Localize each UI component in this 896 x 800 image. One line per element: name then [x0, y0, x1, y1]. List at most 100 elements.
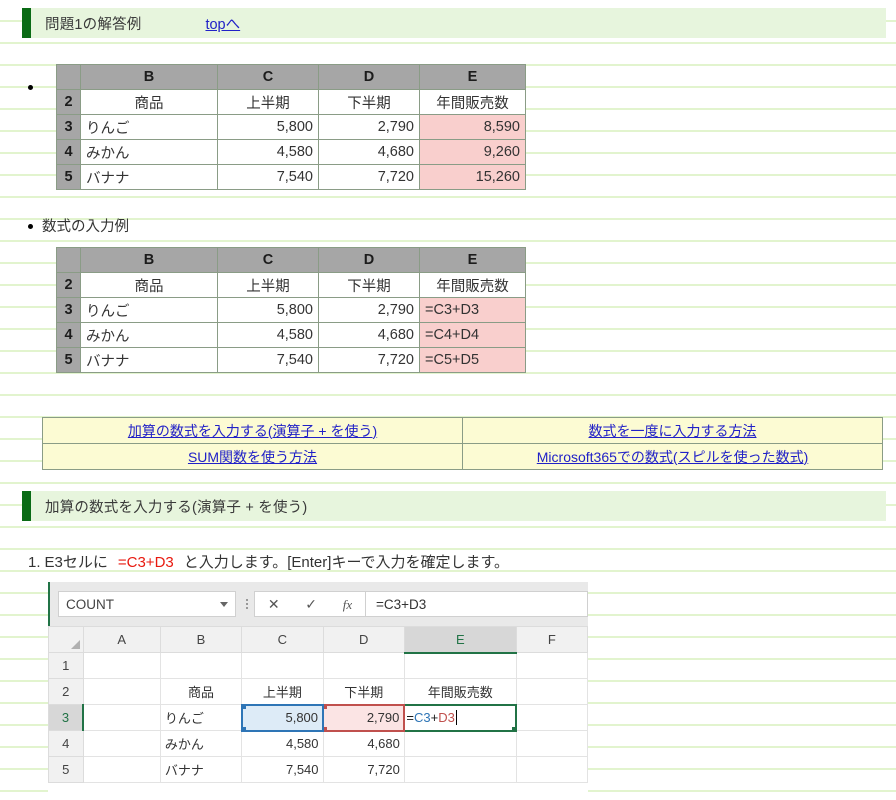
- grid-row: 1: [48, 652, 588, 679]
- cell-f5[interactable]: [515, 756, 588, 783]
- row-header: 3: [56, 297, 81, 323]
- row-header: 3: [56, 114, 81, 140]
- nav-row: SUM関数を使う方法 Microsoft365での数式(スピルを使った数式): [42, 443, 883, 470]
- column-header-c: C: [217, 247, 319, 273]
- row-header-1[interactable]: 1: [48, 652, 84, 679]
- column-header-e: E: [419, 64, 526, 90]
- table-row: 3 りんご 5,800 2,790 8,590: [56, 114, 526, 140]
- cell-f4[interactable]: [515, 730, 588, 757]
- cell-c5[interactable]: 7,540: [241, 756, 324, 783]
- cell-f2[interactable]: [515, 678, 588, 705]
- nav-cell-3[interactable]: SUM関数を使う方法: [42, 443, 463, 470]
- nav-link-enter-at-once[interactable]: 数式を一度に入力する方法: [589, 423, 757, 439]
- cell-d5[interactable]: 7,720: [322, 756, 405, 783]
- corner-cell: [56, 64, 81, 90]
- cell-f1[interactable]: [515, 652, 588, 679]
- select-all-corner[interactable]: [48, 626, 84, 653]
- cell-d2[interactable]: 下半期: [322, 678, 405, 705]
- cell-a3[interactable]: [82, 704, 161, 731]
- cell-d4[interactable]: 4,680: [322, 730, 405, 757]
- confirm-check-icon[interactable]: ✓: [305, 597, 317, 611]
- cell-a4[interactable]: [82, 730, 161, 757]
- column-header-b: B: [80, 247, 218, 273]
- column-header-d[interactable]: D: [322, 626, 405, 653]
- column-header-c[interactable]: C: [241, 626, 324, 653]
- name-box-value: COUNT: [66, 596, 114, 612]
- cell-d3-reference[interactable]: 2,790: [322, 703, 406, 732]
- cell-a1[interactable]: [82, 652, 161, 679]
- cell-d2: 下半期: [318, 89, 420, 115]
- chevron-down-icon[interactable]: [220, 601, 228, 607]
- formula-bar-input[interactable]: =C3+D3: [366, 591, 588, 617]
- grid-column-headers: A B C D E F: [48, 626, 588, 654]
- cell-e4[interactable]: [403, 730, 517, 757]
- cell-b2[interactable]: 商品: [159, 678, 243, 705]
- column-header-c: C: [217, 64, 319, 90]
- cell-c2: 上半期: [217, 272, 319, 298]
- nav-cell-1[interactable]: 加算の数式を入力する(演算子 + を使う): [42, 417, 463, 444]
- formula-example-table: B C D E 2 商品 上半期 下半期 年間販売数 3 りんご 5,800 2…: [56, 247, 526, 373]
- cell-d2: 下半期: [318, 272, 420, 298]
- nav-cell-2[interactable]: 数式を一度に入力する方法: [462, 417, 883, 444]
- page-title: 問題1の解答例: [45, 16, 142, 33]
- column-header-a[interactable]: A: [82, 626, 161, 653]
- bullet-marker-formula: [28, 224, 33, 229]
- column-header-e[interactable]: E: [403, 626, 517, 654]
- table-header-row: B C D E: [56, 247, 526, 273]
- row-header: 2: [56, 89, 81, 115]
- cancel-icon[interactable]: ✕: [268, 597, 280, 611]
- cell-b1[interactable]: [159, 652, 243, 679]
- cell-e2[interactable]: 年間販売数: [403, 678, 517, 705]
- cell-a5[interactable]: [82, 756, 161, 783]
- formula-action-buttons: ✕ ✓ fx: [254, 591, 366, 617]
- nav-cell-4[interactable]: Microsoft365での数式(スピルを使った数式): [462, 443, 883, 470]
- cell-d3: 2,790: [318, 114, 420, 140]
- cell-b2: 商品: [80, 89, 218, 115]
- cell-e5[interactable]: [403, 756, 517, 783]
- nav-link-microsoft365-spill[interactable]: Microsoft365での数式(スピルを使った数式): [537, 449, 808, 465]
- top-link[interactable]: topへ: [205, 13, 240, 34]
- excel-screenshot: COUNT ✕ ✓ fx =C3+D3 A B C D E F 1 2 商品 上…: [48, 582, 588, 800]
- cell-b4: みかん: [80, 322, 218, 348]
- row-header-3[interactable]: 3: [48, 704, 85, 731]
- corner-cell: [56, 247, 81, 273]
- row-header-5[interactable]: 5: [48, 756, 84, 783]
- formula-ref-d3: D3: [438, 710, 455, 725]
- nav-link-addition-operator[interactable]: 加算の数式を入力する(演算子 + を使う): [128, 423, 377, 439]
- cell-d1[interactable]: [322, 652, 405, 679]
- bullet-marker-answer: [28, 85, 33, 90]
- column-header-d: D: [318, 247, 420, 273]
- cell-a2[interactable]: [82, 678, 161, 705]
- cell-c5: 7,540: [217, 164, 319, 190]
- column-header-b: B: [80, 64, 218, 90]
- cell-d5: 7,720: [318, 347, 420, 373]
- cell-c4[interactable]: 4,580: [241, 730, 324, 757]
- column-header-f[interactable]: F: [515, 626, 588, 653]
- cell-c2[interactable]: 上半期: [241, 678, 324, 705]
- cell-d5: 7,720: [318, 164, 420, 190]
- step-text-after: と入力します。[Enter]キーで入力を確定します。: [183, 554, 510, 571]
- cell-c2: 上半期: [217, 89, 319, 115]
- cell-e3-editing[interactable]: =C3+D3: [403, 703, 518, 732]
- cell-f3[interactable]: [515, 704, 588, 731]
- cell-c4: 4,580: [217, 322, 319, 348]
- cell-b4[interactable]: みかん: [159, 730, 243, 757]
- cell-b3[interactable]: りんご: [159, 704, 243, 731]
- row-header-4[interactable]: 4: [48, 730, 84, 757]
- nav-row: 加算の数式を入力する(演算子 + を使う) 数式を一度に入力する方法: [42, 417, 883, 444]
- cell-b4: みかん: [80, 139, 218, 165]
- nav-link-sum-function[interactable]: SUM関数を使う方法: [188, 449, 317, 465]
- step-text-before: E3セルに: [44, 554, 108, 571]
- cell-c3-reference[interactable]: 5,800: [240, 703, 325, 732]
- name-box[interactable]: COUNT: [58, 591, 236, 617]
- row-header: 5: [56, 347, 81, 373]
- row-header-2[interactable]: 2: [48, 678, 84, 705]
- table-row: 4 みかん 4,580 4,680 =C4+D4: [56, 322, 526, 348]
- cell-b5[interactable]: バナナ: [159, 756, 243, 783]
- cell-b3: りんご: [80, 297, 218, 323]
- insert-function-icon[interactable]: fx: [343, 598, 352, 611]
- column-header-b[interactable]: B: [159, 626, 243, 653]
- cell-c1[interactable]: [241, 652, 324, 679]
- cell-e4: 9,260: [419, 139, 526, 165]
- cell-e1[interactable]: [403, 652, 517, 679]
